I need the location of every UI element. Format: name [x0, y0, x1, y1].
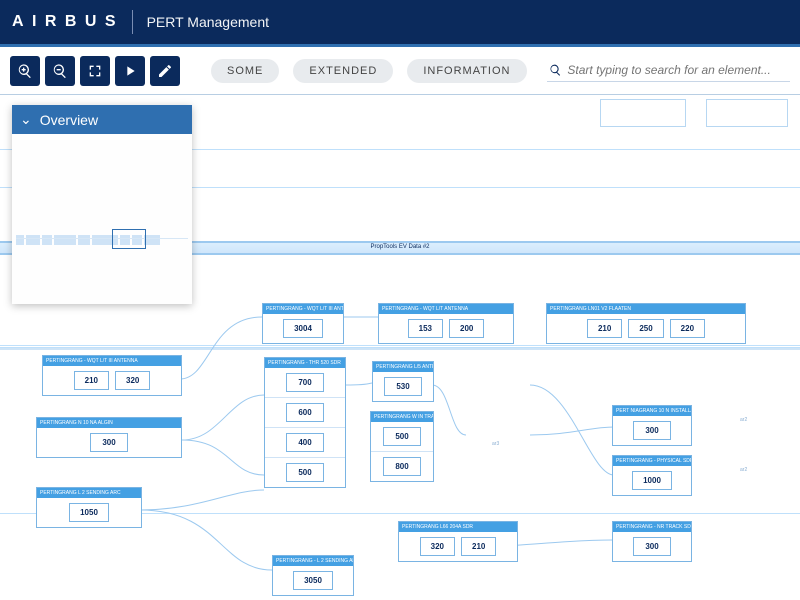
node-header: PERTINGRANG L 2 SENDING ARC	[37, 488, 141, 498]
zoom-out-icon	[52, 63, 68, 79]
node-header: PERTINGRANG - WQT L/T III ANTENNA	[263, 304, 343, 314]
node-header: PERTINGRANG - NR TRACK SDR	[613, 522, 691, 532]
pert-node[interactable]: PERTINGRANG - L 2 SENDING ARC 3050	[272, 555, 354, 596]
node-header: PERTINGRANG LN01 V2 FLAATEN	[547, 304, 745, 314]
node-value: 320	[420, 537, 455, 556]
play-button[interactable]	[115, 56, 145, 86]
zoom-out-button[interactable]	[45, 56, 75, 86]
app-title: PERT Management	[147, 14, 269, 30]
pert-node[interactable]: PERTINGRANG L/5 ANTENNA 530	[372, 361, 434, 402]
node-value: 210	[74, 371, 109, 390]
link-tag: ar2	[740, 467, 747, 473]
pert-node[interactable]: PERTINGRANG - NR TRACK SDR 300	[612, 521, 692, 562]
node-header: PERTINGRANG W IN TRA SDR	[371, 412, 433, 422]
overview-header[interactable]: ⌄ Overview	[12, 105, 192, 134]
node-value: 210	[587, 319, 622, 338]
zoom-in-icon	[17, 63, 33, 79]
pert-node[interactable]: PERTINGRANG L 2 SENDING ARC 1050	[36, 487, 142, 528]
node-value: 153	[408, 319, 443, 338]
node-value: 220	[670, 319, 705, 338]
node-value: 210	[461, 537, 496, 556]
pert-node[interactable]: PERTINGRANG - WQT L/T III ANTENNA 210 32…	[42, 355, 182, 396]
overview-panel[interactable]: ⌄ Overview	[12, 105, 192, 304]
search-input[interactable]	[567, 63, 788, 77]
node-value: 800	[383, 457, 421, 476]
filter-chip-information[interactable]: INFORMATION	[407, 59, 526, 83]
header-divider	[132, 10, 133, 34]
filter-chip-extended[interactable]: EXTENDED	[293, 59, 393, 83]
node-header: PERTINGRANG N 10 NA ALGIN	[37, 418, 181, 428]
node-value: 530	[384, 377, 422, 396]
node-header: PERTINGRANG - PHYSICAL SDR	[613, 456, 691, 466]
play-icon	[122, 63, 138, 79]
node-value: 300	[90, 433, 128, 452]
filter-chips: SOME EXTENDED INFORMATION	[211, 59, 527, 83]
fullscreen-button[interactable]	[80, 56, 110, 86]
edit-button[interactable]	[150, 56, 180, 86]
pert-node[interactable]: PERT NIAGRANG 10 N INSTALLATION 300	[612, 405, 692, 446]
node-value: 500	[286, 463, 324, 482]
pert-node[interactable]: PERTINGRANG - THR 520 SDR 700 600 400 50…	[264, 357, 346, 488]
node-value: 400	[286, 433, 324, 452]
chevron-down-icon: ⌄	[20, 111, 32, 128]
fullscreen-icon	[87, 63, 103, 79]
overview-minimap[interactable]	[12, 134, 192, 304]
node-header: PERTINGRANG - WQT L/T ANTENNA	[379, 304, 513, 314]
link-tag: ar2	[740, 417, 747, 423]
pert-node[interactable]: PERTINGRANG N 10 NA ALGIN 300	[36, 417, 182, 458]
node-value: 200	[449, 319, 484, 338]
node-header: PERTINGRANG L66 204A SDR	[399, 522, 517, 532]
edit-icon	[157, 63, 173, 79]
node-header: PERTINGRANG - L 2 SENDING ARC	[273, 556, 353, 566]
filter-chip-some[interactable]: SOME	[211, 59, 279, 83]
pert-node[interactable]: PERTINGRANG - PHYSICAL SDR 1000	[612, 455, 692, 496]
zoom-in-button[interactable]	[10, 56, 40, 86]
node-header: PERTINGRANG - THR 520 SDR	[265, 358, 345, 368]
node-header: PERTINGRANG L/5 ANTENNA	[373, 362, 433, 372]
node-value: 320	[115, 371, 150, 390]
brand-logo: AIRBUS A I R B U S	[12, 13, 118, 31]
pert-canvas[interactable]: ⌄ Overview PropTools EV Data #2	[0, 95, 800, 600]
node-value: 300	[633, 421, 671, 440]
node-header: PERTINGRANG - WQT L/T III ANTENNA	[43, 356, 181, 366]
pert-node[interactable]: PERTINGRANG - WQT L/T ANTENNA 153 200	[378, 303, 514, 344]
node-value: 1000	[632, 471, 672, 490]
app-header: AIRBUS A I R B U S PERT Management	[0, 0, 800, 44]
pert-node[interactable]: PERTINGRANG W IN TRA SDR 500 800	[370, 411, 434, 482]
search-icon	[549, 63, 562, 77]
search-field[interactable]	[547, 59, 791, 82]
overview-title: Overview	[40, 112, 98, 128]
pert-node[interactable]: PERTINGRANG L66 204A SDR 320 210	[398, 521, 518, 562]
node-value: 300	[633, 537, 671, 556]
link-tag: ar3	[492, 441, 499, 447]
minimap-viewport[interactable]	[112, 229, 146, 249]
toolbar: SOME EXTENDED INFORMATION	[0, 47, 800, 95]
node-value: 3004	[283, 319, 323, 338]
node-value: 250	[628, 319, 663, 338]
pert-node[interactable]: PERTINGRANG LN01 V2 FLAATEN 210 250 220	[546, 303, 746, 344]
node-value: 1050	[69, 503, 109, 522]
node-value: 3050	[293, 571, 333, 590]
node-value: 700	[286, 373, 324, 392]
pert-node[interactable]: PERTINGRANG - WQT L/T III ANTENNA 3004	[262, 303, 344, 344]
node-value: 500	[383, 427, 421, 446]
node-header: PERT NIAGRANG 10 N INSTALLATION	[613, 406, 691, 416]
node-value: 600	[286, 403, 324, 422]
